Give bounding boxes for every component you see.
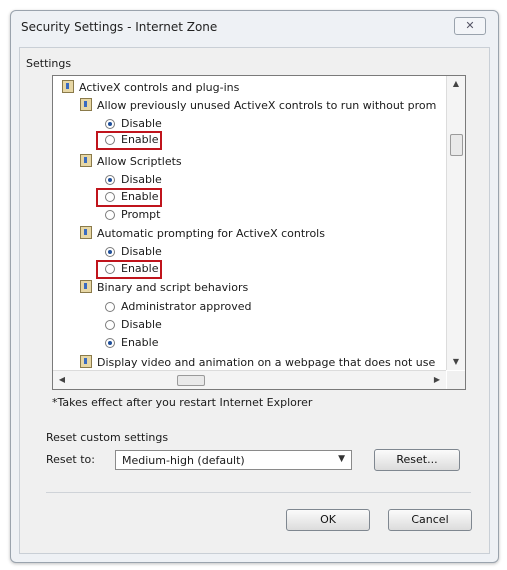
settings-gear-icon (62, 80, 74, 93)
settings-gear-icon (80, 280, 92, 293)
tree-item-label: Allow previously unused ActiveX controls… (97, 99, 437, 112)
scrollbar-corner (447, 371, 465, 389)
settings-gear-icon (80, 154, 92, 167)
vertical-scrollbar[interactable]: ▲ ▼ (446, 76, 465, 370)
dropdown-value: Medium-high (default) (122, 454, 245, 467)
tree-item-scriptlets: Allow Scriptlets (80, 154, 182, 170)
reset-button[interactable]: Reset... (374, 449, 460, 471)
reset-level-dropdown[interactable]: Medium-high (default) ▼ (115, 450, 352, 470)
radio-option[interactable]: Disable (105, 172, 162, 188)
radio-option[interactable]: Administrator approved (105, 299, 251, 315)
radio-button[interactable] (105, 210, 115, 220)
radio-button-selected[interactable] (105, 247, 115, 257)
reset-section-label: Reset custom settings (46, 431, 169, 444)
scroll-up-icon[interactable]: ▲ (447, 76, 465, 92)
tree-item-label: Automatic prompting for ActiveX controls (97, 227, 325, 240)
settings-list: ActiveX controls and plug-ins Allow prev… (53, 76, 446, 370)
radio-label: Disable (121, 117, 162, 130)
chevron-down-icon[interactable]: ▼ (338, 454, 345, 464)
cancel-button[interactable]: Cancel (388, 509, 472, 531)
radio-label: Administrator approved (121, 300, 252, 313)
radio-label: Enable (121, 336, 159, 349)
radio-button-selected[interactable] (105, 175, 115, 185)
tree-group-activex: ActiveX controls and plug-ins (62, 80, 239, 96)
vertical-scroll-thumb[interactable] (450, 134, 463, 156)
radio-button[interactable] (105, 302, 115, 312)
tree-item-auto-prompting: Automatic prompting for ActiveX controls (80, 226, 325, 242)
divider (46, 492, 471, 493)
highlight-box (96, 131, 162, 150)
radio-option[interactable]: Enable (105, 335, 158, 351)
close-button[interactable]: ✕ (454, 17, 486, 35)
radio-label: Prompt (121, 208, 161, 221)
restart-note: *Takes effect after you restart Internet… (52, 396, 313, 409)
scroll-right-icon[interactable]: ▶ (428, 372, 446, 388)
reset-to-label: Reset to: (46, 453, 95, 466)
highlight-box (96, 260, 162, 279)
radio-option[interactable]: Disable (105, 116, 162, 132)
radio-label: Disable (121, 173, 162, 186)
title-bar: Security Settings - Internet Zone ✕ (11, 11, 498, 41)
tree-item-label: Binary and script behaviors (97, 281, 249, 294)
tree-item-unused-activex: Allow previously unused ActiveX controls… (80, 98, 436, 114)
radio-button-selected[interactable] (105, 119, 115, 129)
settings-gear-icon (80, 355, 92, 368)
radio-button[interactable] (105, 320, 115, 330)
radio-label: Disable (121, 245, 162, 258)
window-title: Security Settings - Internet Zone (21, 20, 218, 34)
radio-option[interactable]: Prompt (105, 207, 160, 223)
settings-gear-icon (80, 226, 92, 239)
radio-button-selected[interactable] (105, 338, 115, 348)
settings-label: Settings (26, 57, 72, 70)
tree-item-label: Allow Scriptlets (97, 155, 182, 168)
scroll-left-icon[interactable]: ◀ (53, 372, 71, 388)
scroll-down-icon[interactable]: ▼ (447, 354, 465, 370)
tree-item-binary-script: Binary and script behaviors (80, 280, 248, 296)
horizontal-scroll-thumb[interactable] (177, 375, 205, 386)
tree-item-label: Display video and animation on a webpage… (97, 356, 436, 369)
highlight-box (96, 188, 162, 207)
settings-listbox[interactable]: ActiveX controls and plug-ins Allow prev… (52, 75, 466, 390)
radio-option[interactable]: Disable (105, 317, 162, 333)
ok-button[interactable]: OK (286, 509, 370, 531)
settings-gear-icon (80, 98, 92, 111)
radio-option[interactable]: Disable (105, 244, 162, 260)
tree-group-label: ActiveX controls and plug-ins (79, 81, 240, 94)
radio-label: Disable (121, 318, 162, 331)
tree-item-display-video: Display video and animation on a webpage… (80, 355, 435, 370)
horizontal-scrollbar[interactable]: ◀ ▶ (53, 370, 446, 389)
